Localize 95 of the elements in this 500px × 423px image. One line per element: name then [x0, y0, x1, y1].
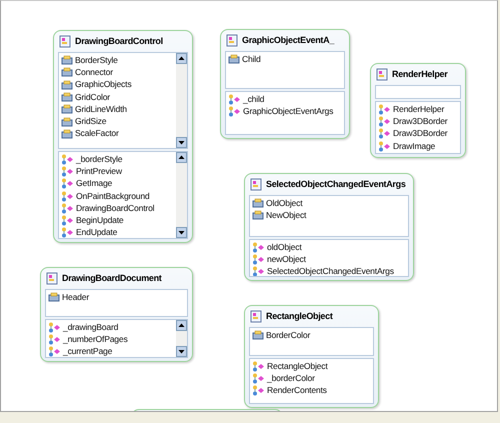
scrollbar[interactable] — [176, 320, 187, 357]
scroll-up-button[interactable] — [176, 320, 187, 331]
property-icon — [61, 67, 73, 78]
member-name: BorderStyle — [75, 54, 118, 67]
class-icon — [376, 68, 388, 81]
member-name: _numberOfPages — [63, 333, 128, 346]
method-icon — [61, 166, 74, 177]
member-name: _borderColor — [267, 372, 315, 385]
class-name: DrawingBoardDocument — [62, 272, 162, 285]
class-icon — [250, 310, 262, 323]
member-name: GetImage — [76, 177, 112, 190]
member-name: PrintPreview — [76, 165, 122, 178]
scroll-down-button[interactable] — [176, 137, 187, 148]
method-icon — [252, 360, 265, 372]
member-name: GridColor — [75, 90, 110, 104]
method-icon — [378, 140, 391, 152]
property-icon — [48, 292, 60, 302]
method-icon — [252, 266, 265, 276]
down-arrow-icon — [177, 347, 186, 356]
method-icon — [252, 372, 265, 384]
member-name: SelectedObjectChangedEventArgs — [267, 265, 394, 276]
method-icon — [61, 227, 74, 238]
property-icon — [61, 55, 73, 66]
down-arrow-icon — [177, 138, 186, 147]
method-icon — [378, 116, 391, 127]
member-name: _currentPage — [63, 345, 112, 357]
class-icon — [250, 178, 262, 191]
member-name: GraphicObjectEventArgs — [243, 105, 334, 118]
member-name: RenderContents — [267, 384, 327, 398]
member-name: BeginUpdate — [76, 214, 124, 228]
scroll-up-button[interactable] — [176, 53, 187, 64]
member-name: GridLineWidth — [75, 102, 127, 116]
method-icon — [61, 215, 74, 226]
member-name: newObject — [267, 253, 306, 266]
member-name: ScaleFactor — [75, 127, 119, 140]
method-icon — [252, 385, 265, 396]
property-icon — [61, 92, 73, 102]
property-icon — [252, 198, 264, 208]
method-icon — [228, 106, 241, 117]
member-name: Header — [62, 290, 89, 304]
member-name: DrawingBoardControl — [76, 202, 154, 215]
scroll-up-button[interactable] — [176, 152, 187, 163]
class-name: RectangleObject — [266, 310, 333, 323]
member-name: oldObject — [267, 240, 302, 254]
up-arrow-icon — [177, 321, 186, 330]
member-name: OnPaintBackground — [76, 190, 150, 202]
property-icon — [61, 80, 73, 90]
scroll-down-button[interactable] — [176, 346, 187, 357]
method-icon — [228, 94, 241, 105]
method-icon — [252, 242, 265, 253]
class-icon — [46, 272, 58, 285]
member-name: _drawingBoard — [63, 320, 118, 334]
member-name: Draw3DBorder — [393, 127, 448, 140]
member-name: EndUpdate — [76, 226, 118, 238]
member-name: RectangleObject — [267, 360, 328, 373]
class-name: RenderHelper — [392, 68, 448, 81]
method-icon — [48, 322, 61, 333]
class-icon — [226, 34, 238, 47]
method-icon — [61, 190, 74, 202]
property-icon — [252, 210, 264, 220]
property-icon — [61, 116, 73, 127]
member-name: Connector — [75, 66, 113, 79]
method-icon — [378, 104, 391, 115]
class-name: GraphicObjectEventA_ — [242, 34, 334, 47]
member-name: GridSize — [75, 115, 106, 128]
class-icon — [59, 35, 71, 48]
down-arrow-icon — [177, 228, 186, 237]
property-icon — [61, 128, 73, 139]
scroll-down-button[interactable] — [176, 227, 187, 238]
member-name: RenderHelper — [393, 102, 444, 116]
member-name: _child — [243, 92, 264, 106]
method-icon — [252, 254, 265, 265]
member-name: Draw3DBorder — [393, 115, 448, 128]
property-icon — [61, 104, 73, 114]
method-icon — [378, 128, 391, 140]
property-icon — [228, 54, 240, 64]
up-arrow-icon — [177, 54, 186, 63]
class-name: SelectedObjectChangedEventArgs — [266, 178, 406, 191]
member-name: Child — [242, 52, 261, 66]
member-name: BorderColor — [266, 328, 310, 342]
member-name: _borderStyle — [76, 152, 122, 166]
member-name: OldObject — [266, 196, 302, 210]
scrollbar[interactable] — [176, 152, 187, 238]
method-icon — [61, 154, 74, 165]
method-icon — [48, 334, 61, 345]
member-name: NewObject — [266, 209, 306, 222]
method-icon — [61, 202, 74, 214]
member-name: GraphicObjects — [75, 78, 132, 92]
property-icon — [252, 330, 264, 340]
method-icon — [48, 346, 61, 357]
member-name: DrawImage — [393, 140, 436, 152]
method-icon — [61, 178, 74, 190]
class-name: DrawingBoardControl — [75, 34, 163, 48]
scrollbar[interactable] — [176, 53, 187, 148]
up-arrow-icon — [177, 153, 186, 162]
